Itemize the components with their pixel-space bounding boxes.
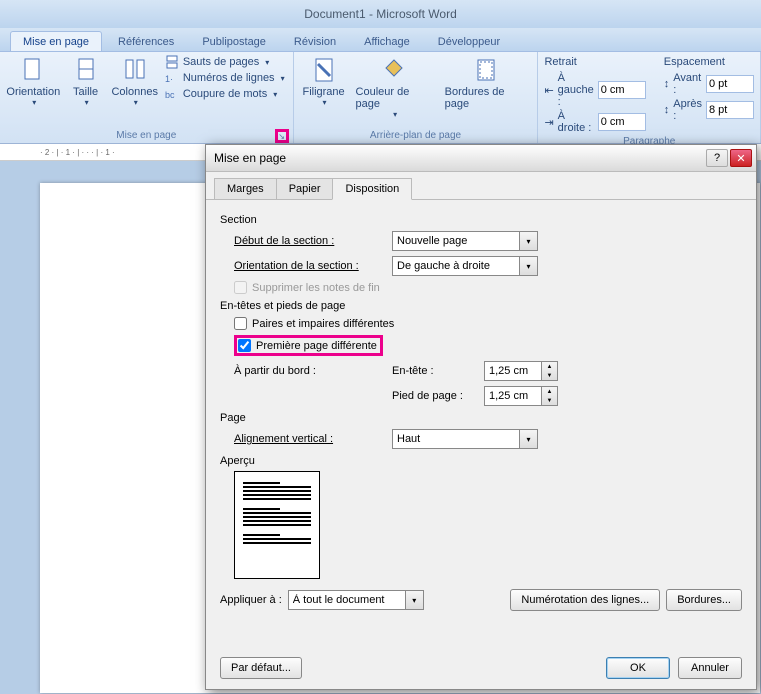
header-input[interactable]	[484, 361, 542, 381]
highlight-box: Première page différente	[234, 335, 383, 356]
footer-label: Pied de page :	[392, 390, 476, 402]
group-bg-label: Arrière-plan de page	[300, 128, 532, 143]
page-setup-dialog: Mise en page ? ✕ Marges Papier Dispositi…	[205, 144, 757, 690]
ribbon-tab-references[interactable]: Références	[106, 32, 186, 51]
spacing-before-label: Avant :	[673, 72, 702, 96]
preview-title: Aperçu	[220, 455, 742, 467]
borders-button[interactable]: Bordures...	[666, 589, 742, 611]
orientation-button[interactable]: Orientation▾	[6, 54, 61, 109]
page-title: Page	[220, 412, 742, 424]
section-dir-select[interactable]	[392, 256, 520, 276]
chevron-down-icon[interactable]: ▾	[406, 590, 424, 610]
apply-select[interactable]	[288, 590, 406, 610]
spacing-after-input[interactable]	[706, 101, 754, 119]
footer-spinner[interactable]: ▲▼	[542, 386, 558, 406]
watermark-button[interactable]: Filigrane▾	[300, 54, 348, 109]
pagecolor-label: Couleur de page	[356, 86, 433, 110]
orientation-label: Orientation	[6, 86, 60, 98]
tab-paper[interactable]: Papier	[276, 178, 334, 199]
spacing-before-icon: ↕	[664, 78, 670, 90]
ribbon-tab-review[interactable]: Révision	[282, 32, 348, 51]
ribbon-tab-layout[interactable]: Mise en page	[10, 31, 102, 51]
section-start-select[interactable]	[392, 231, 520, 251]
group-pagelayout-label: Mise en page ↘	[6, 128, 287, 143]
header-label: En-tête :	[392, 365, 476, 377]
ok-button[interactable]: OK	[606, 657, 670, 679]
linenum-button[interactable]: 1·Numéros de lignes▾	[163, 70, 287, 86]
section-title: Section	[220, 214, 742, 226]
headers-title: En-têtes et pieds de page	[220, 300, 742, 312]
tab-margins[interactable]: Marges	[214, 178, 277, 199]
indent-left-input[interactable]	[598, 81, 646, 99]
section-start-label: Début de la section :	[234, 235, 384, 247]
dialog-titlebar[interactable]: Mise en page ? ✕	[206, 145, 756, 172]
indent-title: Retrait	[544, 56, 645, 68]
breaks-button[interactable]: Sauts de pages▾	[163, 54, 287, 70]
hyphen-label: Coupure de mots	[183, 88, 267, 100]
pageborders-label: Bordures de page	[445, 86, 528, 110]
suppress-endnotes-checkbox	[234, 281, 247, 294]
svg-text:bc: bc	[165, 90, 175, 100]
hyphen-button[interactable]: bcCoupure de mots▾	[163, 86, 287, 102]
dialog-title: Mise en page	[214, 151, 704, 165]
size-button[interactable]: Taille▾	[65, 54, 107, 109]
valign-select[interactable]	[392, 429, 520, 449]
indent-right-input[interactable]	[598, 113, 646, 131]
valign-label: Alignement vertical :	[234, 433, 384, 445]
tab-layout[interactable]: Disposition	[332, 178, 412, 200]
oddeven-checkbox[interactable]	[234, 317, 247, 330]
indent-right-label: À droite :	[558, 110, 594, 134]
cancel-button[interactable]: Annuler	[678, 657, 742, 679]
indent-right-icon: ⇥	[544, 116, 553, 129]
ribbon-tab-view[interactable]: Affichage	[352, 32, 422, 51]
spacing-before-input[interactable]	[706, 75, 754, 93]
help-button[interactable]: ?	[706, 149, 728, 167]
svg-text:1·: 1·	[165, 74, 173, 84]
chevron-down-icon[interactable]: ▾	[520, 429, 538, 449]
linenum-label: Numéros de lignes	[183, 72, 275, 84]
spacing-after-icon: ↕	[664, 104, 670, 116]
section-dir-label: Orientation de la section :	[234, 260, 384, 272]
fromedge-label: À partir du bord :	[234, 365, 384, 377]
columns-button[interactable]: Colonnes▾	[111, 54, 159, 109]
ribbon-tab-developer[interactable]: Développeur	[426, 32, 512, 51]
line-numbers-button[interactable]: Numérotation des lignes...	[510, 589, 660, 611]
footer-input[interactable]	[484, 386, 542, 406]
default-button[interactable]: Par défaut...	[220, 657, 302, 679]
breaks-label: Sauts de pages	[183, 56, 259, 68]
preview-thumbnail	[234, 471, 320, 579]
firstpage-checkbox[interactable]	[238, 339, 251, 352]
firstpage-label: Première page différente	[256, 340, 377, 352]
apply-label: Appliquer à :	[220, 594, 282, 606]
ribbon: Orientation▾ Taille▾ Colonnes▾ Sauts de …	[0, 52, 761, 144]
indent-left-label: À gauche :	[558, 72, 594, 108]
watermark-label: Filigrane	[302, 86, 344, 98]
columns-label: Colonnes	[111, 86, 157, 98]
suppress-endnotes-label: Supprimer les notes de fin	[252, 282, 380, 294]
ribbon-tabs: Mise en page Références Publipostage Rév…	[0, 28, 761, 52]
ribbon-tab-mailings[interactable]: Publipostage	[190, 32, 278, 51]
spacing-title: Espacement	[664, 56, 754, 68]
chevron-down-icon[interactable]: ▾	[520, 231, 538, 251]
dialog-tabs: Marges Papier Disposition	[206, 172, 756, 200]
close-button[interactable]: ✕	[730, 149, 752, 167]
pagecolor-button[interactable]: Couleur de page▾	[352, 54, 437, 121]
chevron-down-icon[interactable]: ▾	[520, 256, 538, 276]
dialog-launcher-icon[interactable]: ↘	[275, 129, 289, 143]
window-title: Document1 - Microsoft Word	[0, 0, 761, 28]
size-label: Taille	[73, 86, 98, 98]
indent-left-icon: ⇤	[544, 84, 553, 97]
spacing-after-label: Après :	[673, 98, 702, 122]
pageborders-button[interactable]: Bordures de page	[441, 54, 532, 112]
header-spinner[interactable]: ▲▼	[542, 361, 558, 381]
oddeven-label: Paires et impaires différentes	[252, 318, 394, 330]
